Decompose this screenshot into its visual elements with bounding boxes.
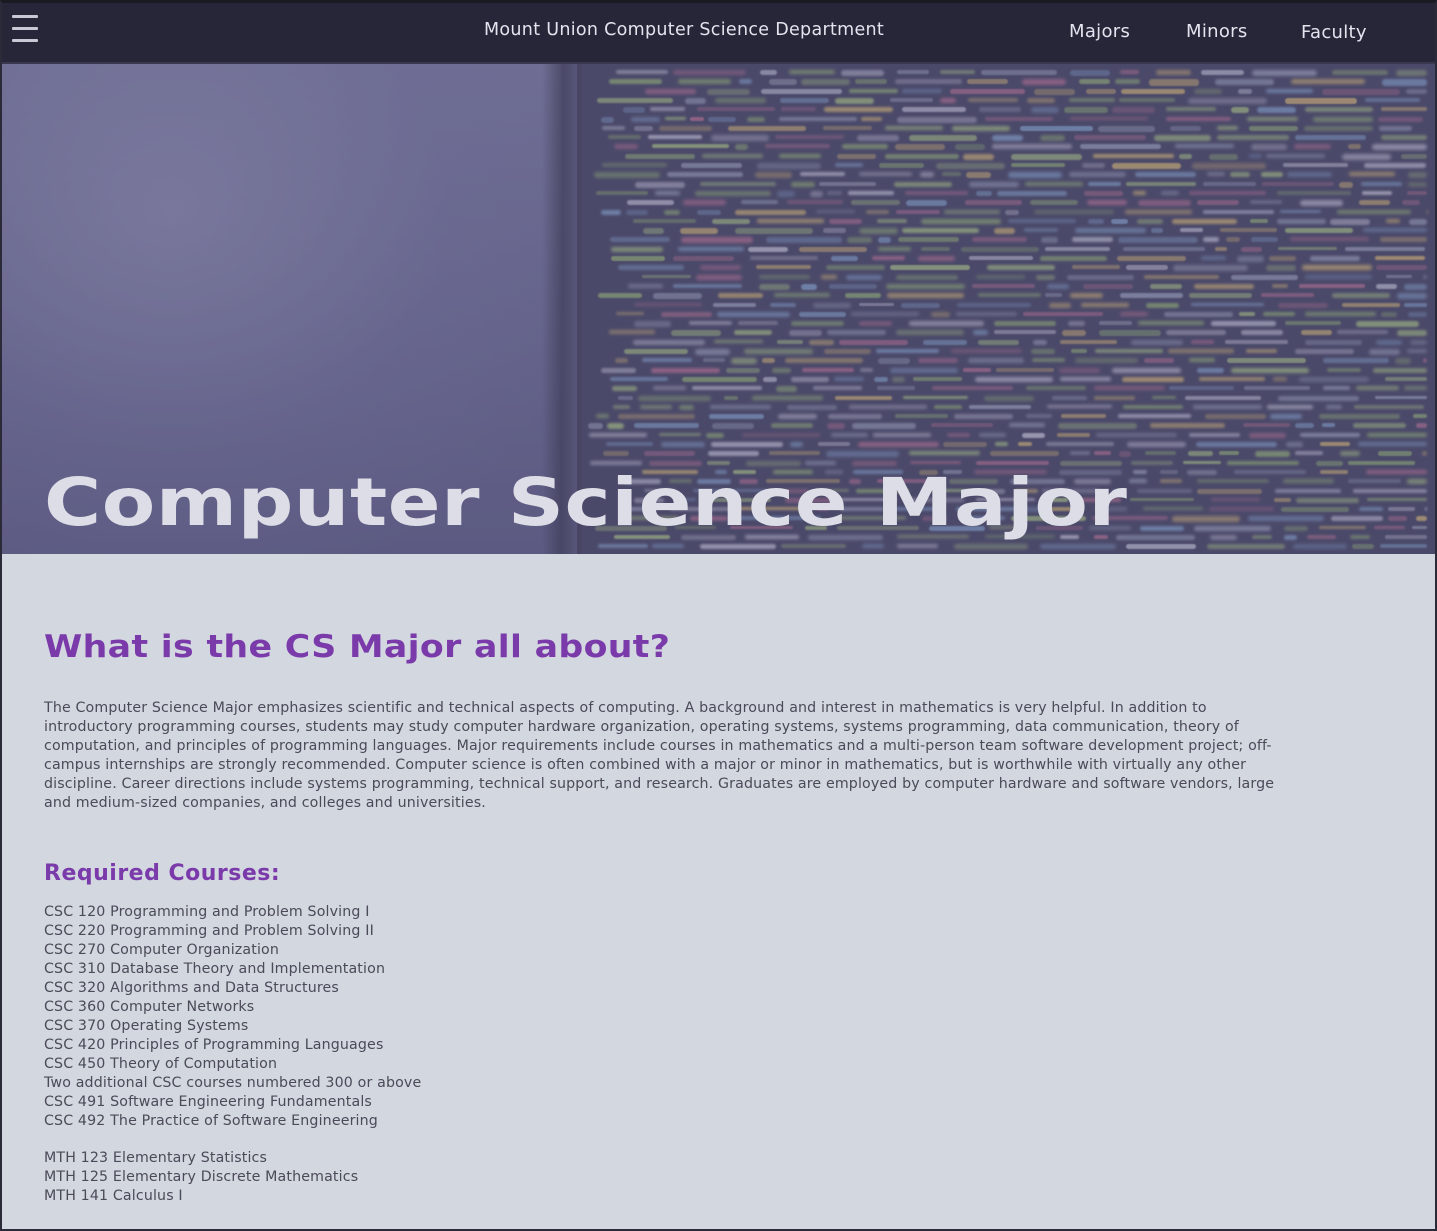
course-item: CSC 310 Database Theory and Implementati… bbox=[44, 961, 386, 977]
course-item: Two additional CSC courses numbered 300 … bbox=[44, 1075, 422, 1091]
course-item: CSC 320 Algorithms and Data Structures bbox=[44, 980, 339, 996]
course-item: CSC 270 Computer Organization bbox=[44, 942, 280, 958]
hamburger-menu-icon[interactable] bbox=[12, 15, 38, 45]
nav-link-faculty[interactable]: Faculty bbox=[1301, 22, 1367, 43]
course-item: CSC 450 Theory of Computation bbox=[44, 1056, 278, 1072]
hero-banner: Computer Science Major bbox=[2, 64, 1435, 554]
math-course-item: MTH 141 Calculus I bbox=[44, 1188, 183, 1204]
nav-link-minors[interactable]: Minors bbox=[1186, 21, 1248, 42]
course-item: CSC 420 Principles of Programming Langua… bbox=[44, 1037, 384, 1053]
cs-course-list: CSC 120 Programming and Problem Solving … bbox=[44, 903, 421, 1131]
required-courses-heading: Required Courses: bbox=[44, 861, 281, 886]
math-course-item: MTH 123 Elementary Statistics bbox=[44, 1150, 268, 1166]
course-item: CSC 220 Programming and Problem Solving … bbox=[44, 923, 374, 939]
course-item: CSC 360 Computer Networks bbox=[44, 999, 255, 1015]
course-item: CSC 370 Operating Systems bbox=[44, 1018, 249, 1034]
site-title: Mount Union Computer Science Department bbox=[484, 20, 885, 40]
top-nav-bar: Mount Union Computer Science Department … bbox=[2, 3, 1435, 64]
course-item: CSC 120 Programming and Problem Solving … bbox=[44, 904, 370, 920]
math-course-list: MTH 123 Elementary Statistics MTH 125 Ele… bbox=[44, 1149, 358, 1206]
math-course-item: MTH 125 Elementary Discrete Mathematics bbox=[44, 1169, 359, 1185]
course-item: CSC 492 The Practice of Software Enginee… bbox=[44, 1113, 378, 1129]
nav-link-majors[interactable]: Majors bbox=[1069, 21, 1130, 42]
about-description: The Computer Science Major emphasizes sc… bbox=[44, 700, 1275, 811]
page: Mount Union Computer Science Department … bbox=[0, 0, 1437, 1231]
hero-title: Computer Science Major bbox=[44, 464, 1128, 541]
course-item: CSC 491 Software Engineering Fundamental… bbox=[44, 1094, 372, 1110]
about-heading: What is the CS Major all about? bbox=[44, 629, 671, 665]
